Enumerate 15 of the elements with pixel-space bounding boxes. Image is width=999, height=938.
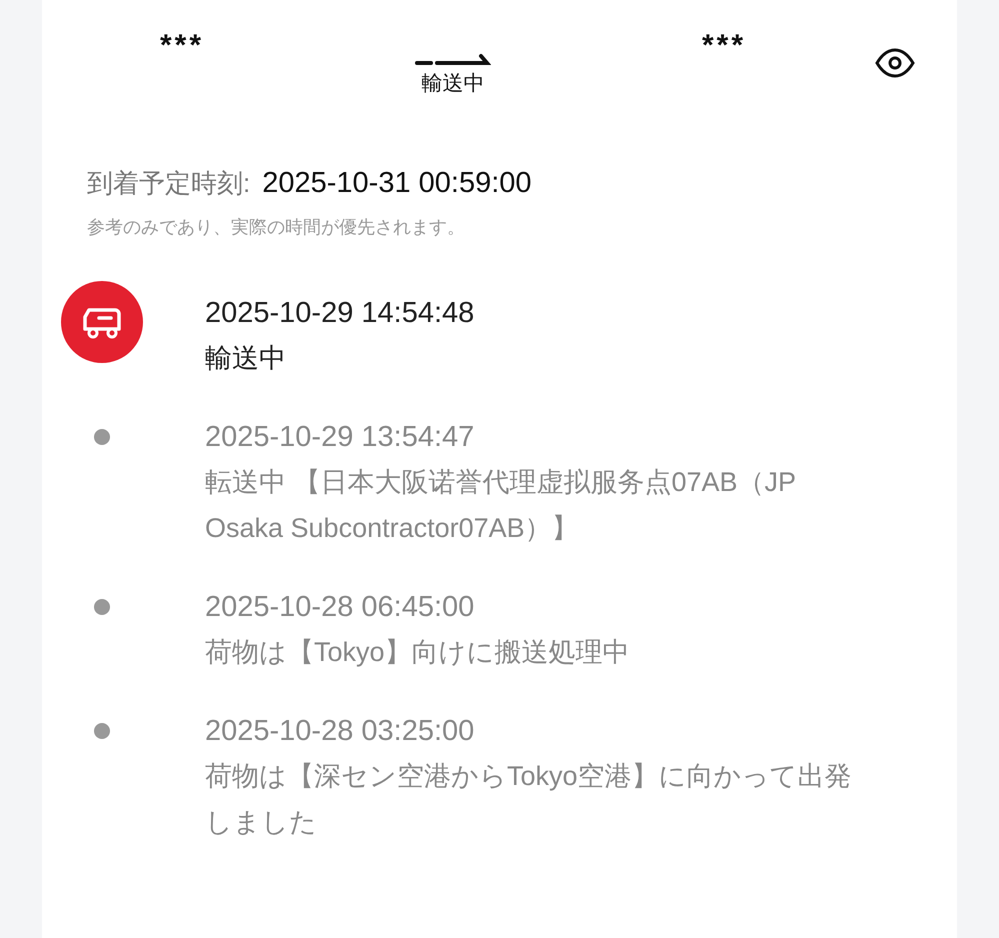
event-description: 輸送中: [205, 342, 287, 374]
event-time: 2025-10-28 03:25:00: [205, 714, 476, 748]
status-text: 輸送中: [422, 71, 484, 97]
eye-icon[interactable]: [874, 48, 916, 78]
event-time: 2025-10-28 06:45:00: [205, 590, 476, 624]
eta-note: 参考のみであり、実際の時間が優先されます。: [87, 216, 466, 238]
destination-text: ***: [700, 28, 748, 64]
event-time: 2025-10-29 13:54:47: [205, 420, 476, 454]
eta-value: 2025-10-31 00:59:00: [262, 166, 532, 201]
origin-text: ***: [158, 28, 206, 64]
eta-label: 到着予定時刻:: [87, 167, 250, 200]
event-description: 転送中 【日本大阪诺誉代理虚拟服务点07AB（JP Osaka Subcontractor07AB）】: [205, 466, 797, 544]
event-description: 荷物は【深セン空港からTokyo空港】に向かって出発しました: [205, 760, 853, 838]
event-description: 荷物は【Tokyo】向けに搬送処理中: [205, 636, 631, 669]
event-time: 2025-10-29 14:54:48: [205, 296, 476, 330]
